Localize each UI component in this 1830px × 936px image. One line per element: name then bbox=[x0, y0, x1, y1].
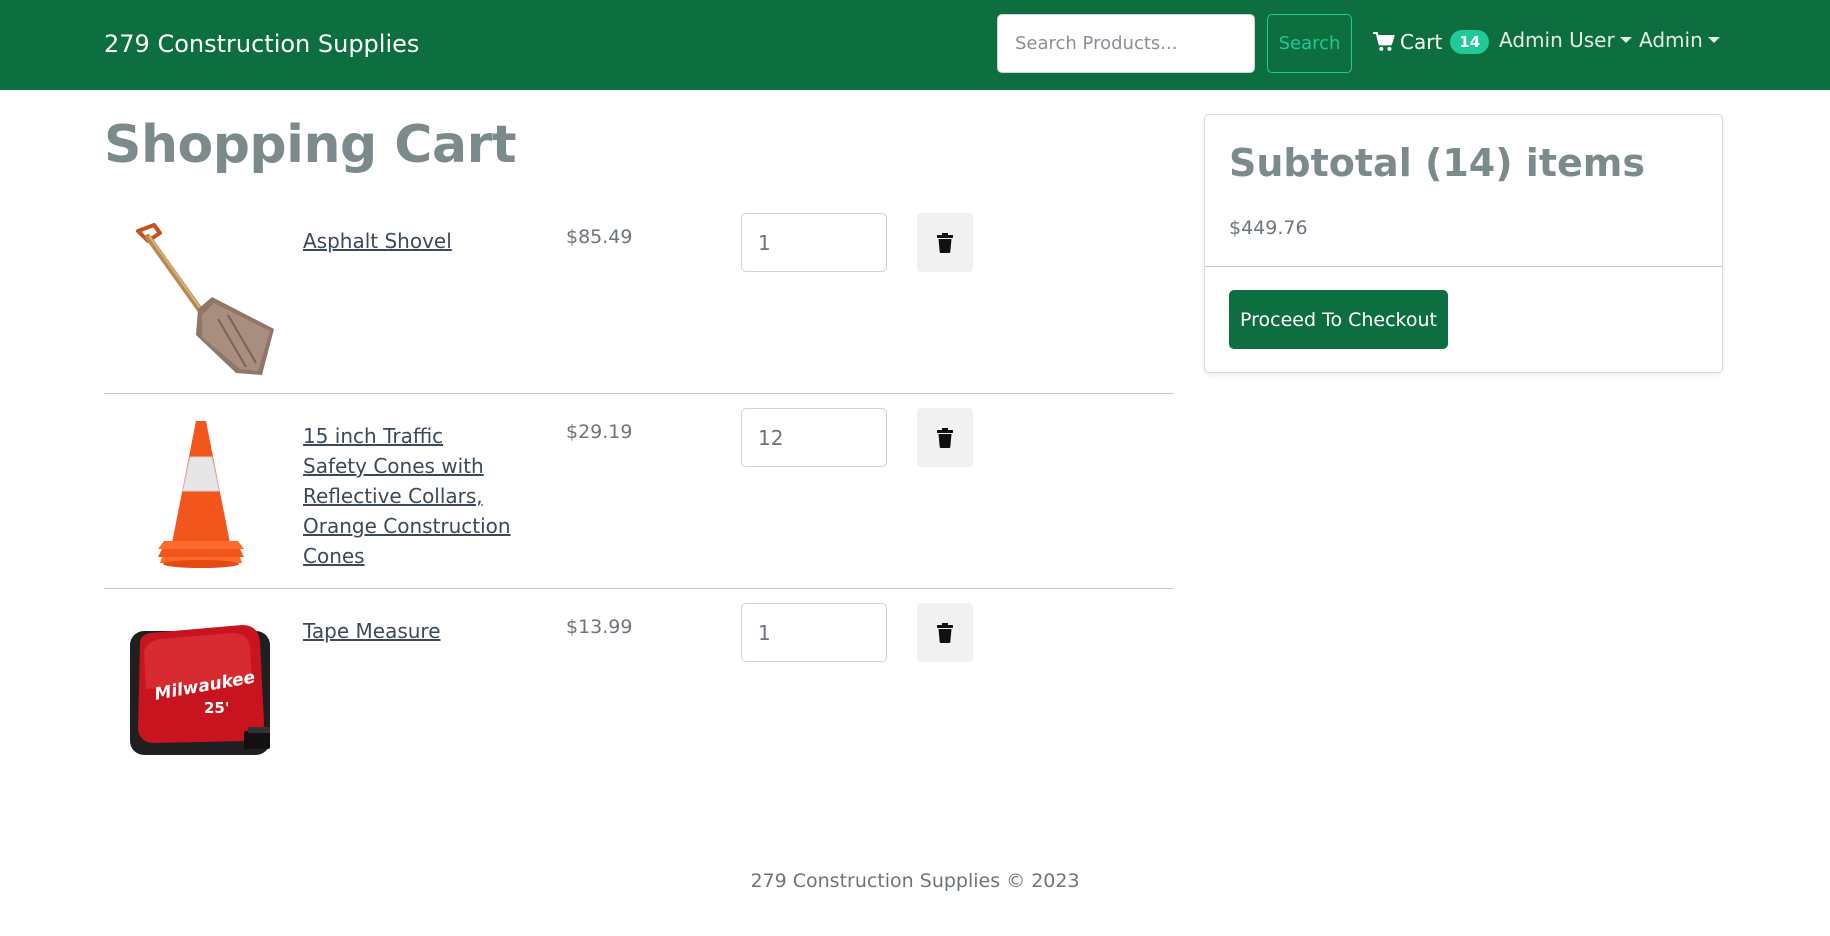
order-summary-card: Subtotal (14) items $449.76 Proceed To C… bbox=[1204, 114, 1723, 373]
cart-item-row: Milwaukee 25' Tape Measure $13.99 bbox=[104, 603, 1174, 766]
product-name-link[interactable]: 15 inch Traffic Safety Cones with Reflec… bbox=[303, 421, 513, 571]
navbar: 279 Construction Supplies Search Cart 14… bbox=[0, 0, 1830, 90]
delete-item-button[interactable] bbox=[917, 408, 973, 467]
search-input[interactable] bbox=[997, 14, 1255, 73]
cart-icon bbox=[1373, 32, 1395, 51]
user-menu-dropdown[interactable]: Admin User bbox=[1499, 28, 1632, 52]
summary-divider bbox=[1205, 266, 1722, 267]
footer-copyright: 279 Construction Supplies © 2023 bbox=[750, 870, 1080, 892]
subtotal-heading: Subtotal (14) items bbox=[1229, 141, 1645, 185]
search-button[interactable]: Search bbox=[1267, 14, 1352, 73]
cart-item-row: 15 inch Traffic Safety Cones with Reflec… bbox=[104, 408, 1174, 589]
admin-menu-dropdown[interactable]: Admin bbox=[1639, 28, 1720, 52]
shovel-image bbox=[136, 223, 274, 375]
svg-text:25': 25' bbox=[204, 699, 229, 717]
quantity-input[interactable] bbox=[741, 408, 887, 467]
product-name-link[interactable]: Asphalt Shovel bbox=[303, 226, 513, 256]
cart-label: Cart bbox=[1400, 30, 1443, 54]
delete-item-button[interactable] bbox=[917, 603, 973, 662]
cart-link[interactable]: Cart 14 bbox=[1373, 28, 1490, 56]
chevron-down-icon bbox=[1619, 37, 1632, 43]
subtotal-amount: $449.76 bbox=[1229, 217, 1308, 239]
traffic-cone-image bbox=[158, 421, 244, 568]
product-price: $85.49 bbox=[566, 226, 633, 248]
chevron-down-icon bbox=[1707, 37, 1720, 43]
brand-link[interactable]: 279 Construction Supplies bbox=[104, 30, 419, 58]
proceed-to-checkout-button[interactable]: Proceed To Checkout bbox=[1229, 290, 1448, 349]
quantity-input[interactable] bbox=[741, 213, 887, 272]
trash-icon bbox=[937, 622, 953, 643]
cart-item-row: Asphalt Shovel $85.49 bbox=[104, 213, 1174, 394]
trash-icon bbox=[937, 427, 953, 448]
user-menu-label: Admin User bbox=[1499, 28, 1615, 52]
product-price: $13.99 bbox=[566, 616, 633, 638]
trash-icon bbox=[937, 232, 953, 253]
tape-measure-image: Milwaukee 25' bbox=[130, 625, 270, 755]
product-name-link[interactable]: Tape Measure bbox=[303, 616, 513, 646]
admin-menu-label: Admin bbox=[1639, 28, 1703, 52]
delete-item-button[interactable] bbox=[917, 213, 973, 272]
cart-count-badge: 14 bbox=[1450, 30, 1490, 54]
page-title: Shopping Cart bbox=[104, 115, 517, 175]
quantity-input[interactable] bbox=[741, 603, 887, 662]
product-price: $29.19 bbox=[566, 421, 633, 443]
